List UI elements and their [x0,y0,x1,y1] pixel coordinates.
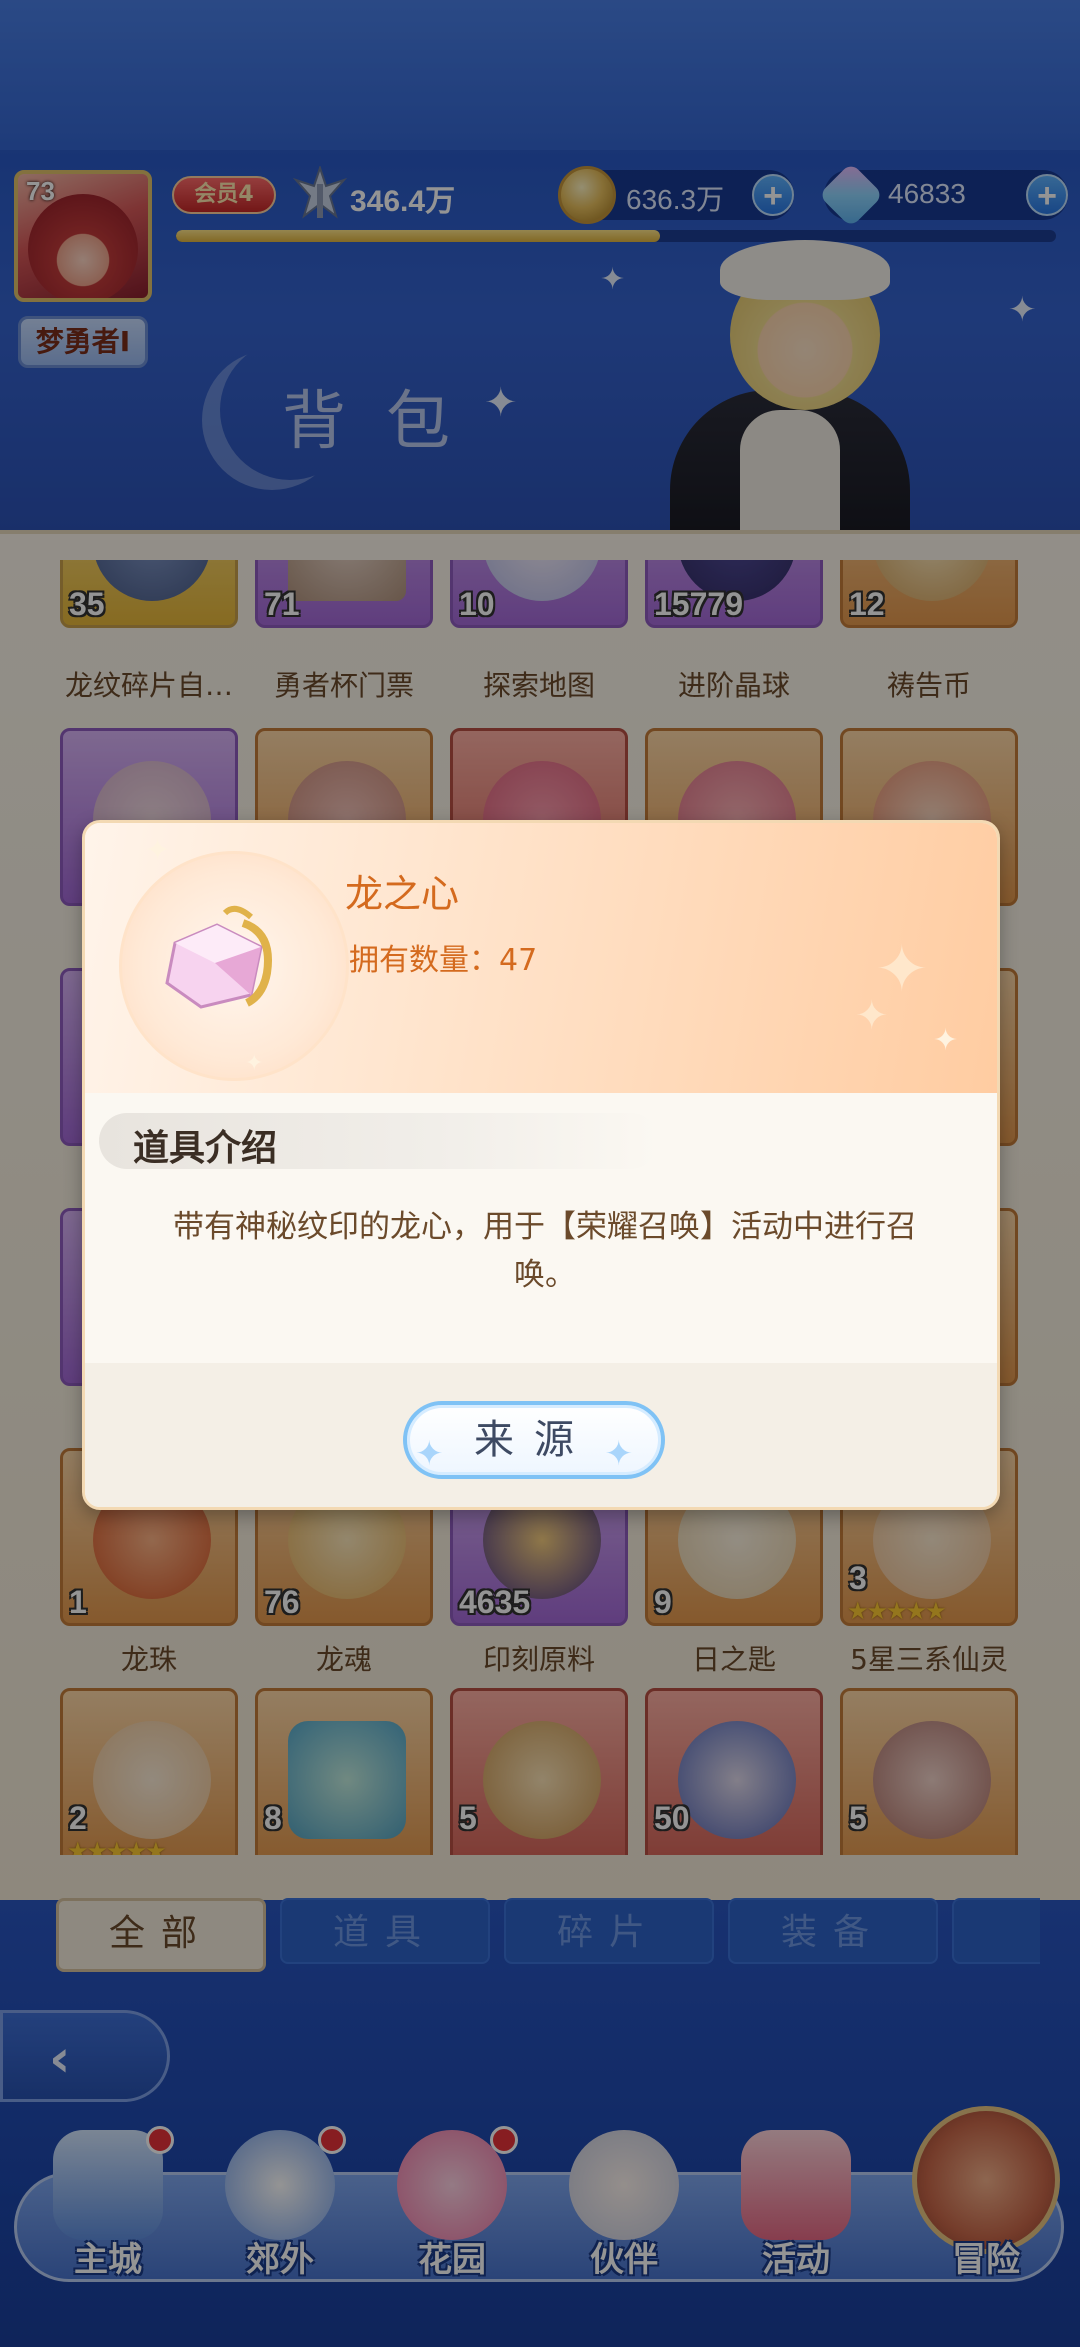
item-detail-dialog: ✦ ✦ ✦ ✦ ✦ 龙之心 拥有数量：47 道具介绍 带有神秘纹印的龙心，用于【… [82,820,1000,1510]
item-title: 龙之心 [345,872,460,916]
source-button-label: 来源 [474,1417,594,1463]
owned-count: 拥有数量：47 [349,935,537,979]
owned-count-label: 拥有数量： [349,943,499,978]
sparkle-icon: ✦ [604,1434,653,1474]
dragon-heart-icon [165,905,272,1009]
section-title: 道具介绍 [133,1128,278,1169]
source-button[interactable]: ✦ 来源 ✦ [403,1401,665,1479]
sparkle-decoration: ✦ [933,1023,959,1058]
sparkle-icon: ✦ [415,1434,464,1474]
dialog-header: ✦ ✦ ✦ ✦ ✦ 龙之心 拥有数量：47 [85,823,997,1093]
item-description: 带有神秘纹印的龙心，用于【荣耀召唤】活动中进行召唤。 [173,1209,917,1293]
sparkle-decoration: ✦ [245,1051,264,1076]
sparkle-decoration: ✦ [855,993,889,1039]
sparkle-decoration: ✦ [145,833,171,868]
owned-count-value: 47 [499,943,538,978]
